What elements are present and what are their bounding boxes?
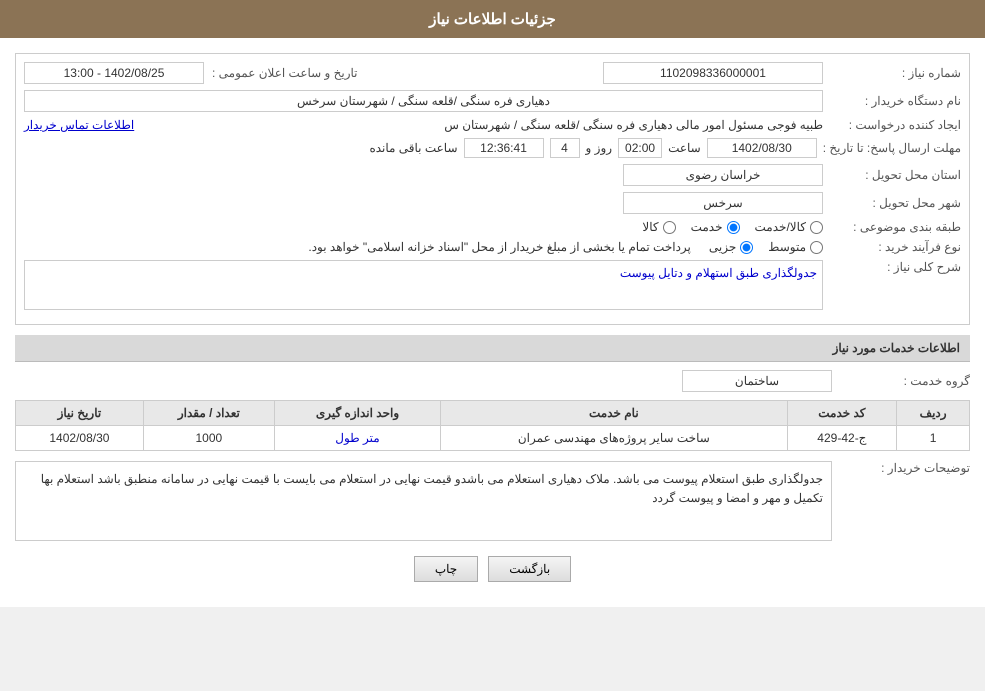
tabaghe-khadamat-radio[interactable] — [727, 221, 740, 234]
sharhKoli-box: جدولگذاری طبق استهلام و دتایل پیوست — [24, 260, 823, 310]
row-ostan: استان محل تحویل : خراسان رضوی — [24, 164, 961, 186]
table-row: 1 ج-42-429 ساخت سایر پروژه‌های مهندسی عم… — [16, 426, 970, 451]
namDastgah-value: دهیاری فره سنگی /قلعه سنگی / شهرستان سرخ… — [24, 90, 823, 112]
tosihKharidar-value: جدولگذاری طبق استعلام پیوست می باشد. ملا… — [41, 472, 823, 505]
farayand-radio-group: متوسط جزیی — [709, 240, 823, 254]
farayand-motavasset-radio[interactable] — [810, 241, 823, 254]
saat-label: ساعت — [668, 141, 701, 155]
tabaghe-kala-radio[interactable] — [663, 221, 676, 234]
info-section: شماره نیاز : 1102098336000001 تاریخ و سا… — [15, 53, 970, 325]
noeFarayand-label: نوع فرآیند خرید : — [831, 240, 961, 254]
row-ijad: ایجاد کننده درخواست : طبیه فوجی مسئول ام… — [24, 118, 961, 132]
rooz-label: روز و — [586, 141, 613, 155]
sharhKoli-label: شرح کلی نیاز : — [831, 260, 961, 274]
chap-button[interactable]: چاپ — [414, 556, 478, 582]
tabaghe-kala-khadamat-label: کالا/خدمت — [755, 220, 806, 234]
tabaghe-kala-khadamat-radio[interactable] — [810, 221, 823, 234]
col-name: نام خدمت — [441, 401, 787, 426]
col-tedad: تعداد / مقدار — [143, 401, 274, 426]
ijadKonande-link[interactable]: اطلاعات تماس خریدار — [24, 118, 134, 132]
cell-radif: 1 — [897, 426, 970, 451]
khadamat-section-label: اطلاعات خدمات مورد نیاز — [833, 341, 960, 355]
cell-tarikh: 1402/08/30 — [16, 426, 144, 451]
baghimande-label: ساعت باقی مانده — [369, 141, 457, 155]
col-kod: کد خدمت — [787, 401, 897, 426]
page-header: جزئیات اطلاعات نیاز — [0, 0, 985, 38]
ijadKonande-label: ایجاد کننده درخواست : — [831, 118, 961, 132]
shomareNiaz-label: شماره نیاز : — [831, 66, 961, 80]
farayand-motavasset-label: متوسط — [768, 240, 806, 254]
row-sharh-koli: شرح کلی نیاز : جدولگذاری طبق استهلام و د… — [24, 260, 961, 310]
tabaghe-khadamat-label: خدمت — [691, 220, 723, 234]
ostan-value: خراسان رضوی — [623, 164, 823, 186]
cell-name: ساخت سایر پروژه‌های مهندسی عمران — [441, 426, 787, 451]
row-shomareNiaz: شماره نیاز : 1102098336000001 تاریخ و سا… — [24, 62, 961, 84]
tabaghe-kala-khadamat[interactable]: کالا/خدمت — [755, 220, 823, 234]
farayand-jozei-radio[interactable] — [740, 241, 753, 254]
page-container: جزئیات اطلاعات نیاز شماره نیاز : 1102098… — [0, 0, 985, 607]
farayand-note: پرداخت تمام یا بخشی از مبلغ خریدار از مح… — [308, 240, 691, 254]
ijadKonande-value: طبیه فوجی مسئول امور مالی دهیاری فره سنگ… — [142, 118, 823, 132]
tosihKharidar-box: جدولگذاری طبق استعلام پیوست می باشد. ملا… — [15, 461, 832, 541]
shomareNiaz-value: 1102098336000001 — [603, 62, 823, 84]
grohe-label: گروه خدمت : — [840, 374, 970, 388]
shahr-label: شهر محل تحویل : — [831, 196, 961, 210]
tabaghe-khadamat[interactable]: خدمت — [691, 220, 740, 234]
farayand-jozei-label: جزیی — [709, 240, 736, 254]
namDastgah-label: نام دستگاه خریدار : — [831, 94, 961, 108]
mohlat-label: مهلت ارسال پاسخ: تا تاریخ : — [823, 141, 961, 155]
rooz-value: 4 — [550, 138, 580, 158]
ostan-label: استان محل تحویل : — [831, 168, 961, 182]
tabaghe-label: طبقه بندی موضوعی : — [831, 220, 961, 234]
date-value: 1402/08/30 — [707, 138, 817, 158]
row-noe-farayand: نوع فرآیند خرید : متوسط جزیی پرداخت تمام… — [24, 240, 961, 254]
cell-tedad: 1000 — [143, 426, 274, 451]
farayand-jozei[interactable]: جزیی — [709, 240, 753, 254]
cell-unit: متر طول — [274, 426, 440, 451]
services-section: گروه خدمت : ساختمان ردیف کد خدمت نام خدم… — [15, 370, 970, 451]
bazgasht-button[interactable]: بازگشت — [488, 556, 571, 582]
khadamat-section-header: اطلاعات خدمات مورد نیاز — [15, 335, 970, 362]
row-tosih: توضیحات خریدار : جدولگذاری طبق استعلام پ… — [15, 461, 970, 541]
row-mohlat: مهلت ارسال پاسخ: تا تاریخ : 1402/08/30 س… — [24, 138, 961, 158]
tarikh-label: تاریخ و ساعت اعلان عمومی : — [212, 66, 358, 80]
row-tabaghe: طبقه بندی موضوعی : کالا/خدمت خدمت کالا — [24, 220, 961, 234]
cell-kod: ج-42-429 — [787, 426, 897, 451]
page-title: جزئیات اطلاعات نیاز — [429, 11, 556, 28]
col-tarikh: تاریخ نیاز — [16, 401, 144, 426]
main-content: شماره نیاز : 1102098336000001 تاریخ و سا… — [0, 38, 985, 607]
shahr-value: سرخس — [623, 192, 823, 214]
col-radif: ردیف — [897, 401, 970, 426]
tosihKharidar-label: توضیحات خریدار : — [840, 461, 970, 475]
row-namDastgah: نام دستگاه خریدار : دهیاری فره سنگی /قلع… — [24, 90, 961, 112]
tarikh-range-value: 1402/08/25 - 13:00 — [24, 62, 204, 84]
baghimande-value: 12:36:41 — [464, 138, 544, 158]
tabaghe-radio-group: کالا/خدمت خدمت کالا — [642, 220, 823, 234]
col-unit: واحد اندازه گیری — [274, 401, 440, 426]
buttons-row: بازگشت چاپ — [15, 556, 970, 582]
services-table: ردیف کد خدمت نام خدمت واحد اندازه گیری ت… — [15, 400, 970, 451]
tabaghe-kala-label: کالا — [642, 220, 658, 234]
saat-value: 02:00 — [618, 138, 662, 158]
sharhKoli-value: جدولگذاری طبق استهلام و دتایل پیوست — [620, 266, 817, 280]
grohe-value: ساختمان — [682, 370, 832, 392]
farayand-motavasset[interactable]: متوسط — [768, 240, 823, 254]
row-grohe: گروه خدمت : ساختمان — [15, 370, 970, 392]
tabaghe-kala[interactable]: کالا — [642, 220, 675, 234]
row-shahr: شهر محل تحویل : سرخس — [24, 192, 961, 214]
